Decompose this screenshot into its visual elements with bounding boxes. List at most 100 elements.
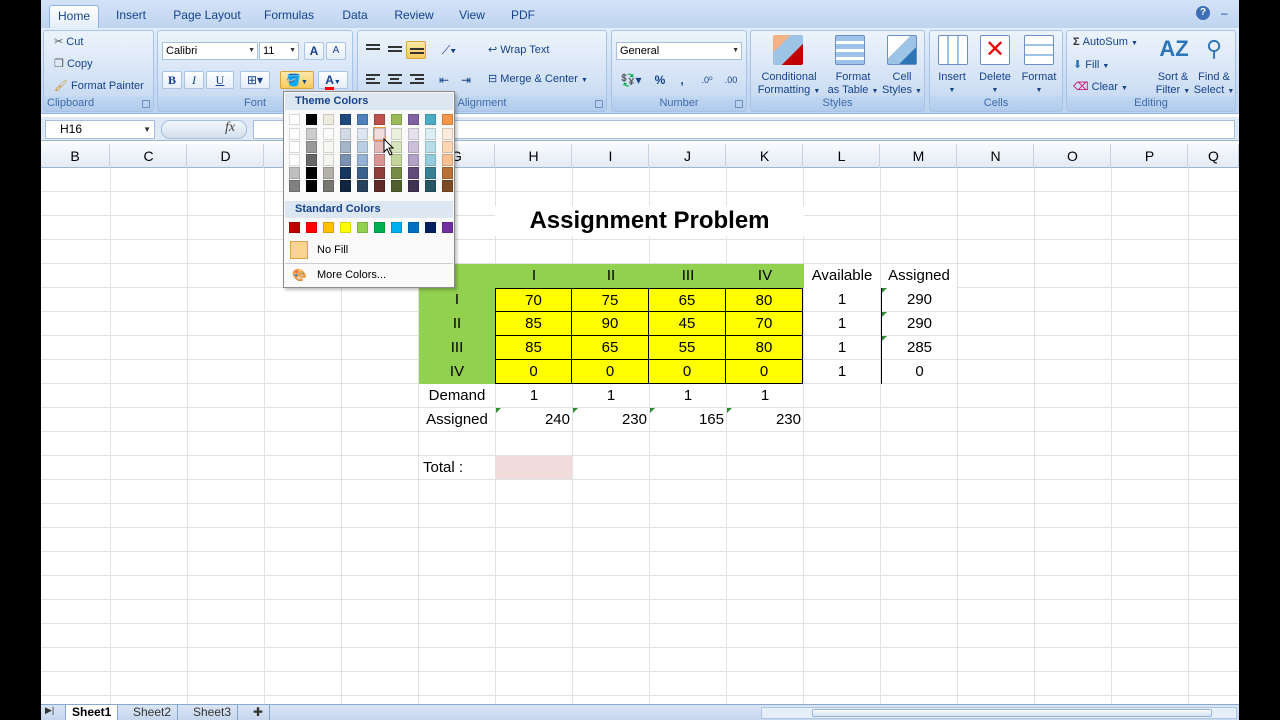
cost-cell[interactable]: 90 [572,312,649,336]
theme-color-swatch[interactable] [289,128,300,140]
copy-button[interactable]: ❐ Copy [54,57,93,70]
column-header-k[interactable]: K [727,144,803,168]
assigned-row-cell[interactable]: 230 [727,408,801,432]
column-header-b[interactable]: B [41,144,110,168]
theme-color-swatch[interactable] [408,167,419,179]
align-left-icon[interactable] [362,71,382,89]
theme-color-swatch[interactable] [442,154,453,166]
percent-button[interactable]: % [650,71,670,89]
cost-cell[interactable]: 80 [726,288,803,312]
theme-color-swatch[interactable] [340,167,351,179]
align-top-icon[interactable] [362,41,382,59]
theme-color-swatch[interactable] [323,154,334,166]
theme-color-swatch[interactable] [357,114,368,125]
tab-review[interactable]: Review [387,5,441,28]
assigned-cell[interactable]: 0 [881,360,957,384]
theme-color-swatch[interactable] [306,180,317,192]
standard-color-swatch[interactable] [442,222,453,233]
cost-cell[interactable]: 45 [649,312,726,336]
cell-styles-button[interactable]: Cell Styles ▼ [881,71,923,98]
insert-function-button[interactable]: fx [225,120,235,136]
cost-cell[interactable]: 65 [649,288,726,312]
bold-button[interactable]: B [162,71,182,89]
theme-color-swatch[interactable] [391,180,402,192]
theme-color-swatch[interactable] [442,141,453,153]
number-format-combo[interactable]: General ▼ [616,42,742,60]
borders-icon[interactable]: ⊞▾ [240,71,270,89]
tab-insert[interactable]: Insert [107,5,155,28]
theme-color-swatch[interactable] [306,114,317,125]
fill-color-button[interactable]: 🪣▼ [280,71,314,89]
tab-data[interactable]: Data [333,5,377,28]
tab-view[interactable]: View [451,5,493,28]
theme-color-swatch[interactable] [289,167,300,179]
decrease-indent-icon[interactable]: ⇤ [434,71,454,89]
theme-color-swatch[interactable] [408,141,419,153]
theme-color-swatch[interactable] [374,114,385,125]
align-right-icon[interactable] [406,71,426,89]
column-header-m[interactable]: M [881,144,957,168]
theme-color-swatch[interactable] [323,114,334,125]
shrink-font-icon[interactable]: A [326,42,346,60]
cost-cell[interactable]: 65 [572,336,649,360]
clipboard-launcher-icon[interactable] [142,100,150,108]
binoculars-icon[interactable]: ⚲ [1199,35,1229,65]
sheet-tab-2[interactable]: Sheet2 [127,705,179,720]
tab-scroll-first-icon[interactable]: ▶| [45,705,54,716]
grow-font-button[interactable]: A [304,42,324,60]
standard-color-swatch[interactable] [425,222,436,233]
accounting-format-icon[interactable]: 💱▾ [616,71,646,89]
sort-filter-icon[interactable]: AZ [1159,35,1189,65]
cell-styles-icon[interactable] [887,35,917,65]
sheet-tab-1[interactable]: Sheet1 [65,705,119,720]
wrap-text-button[interactable]: ↩ Wrap Text [488,43,549,56]
theme-color-swatch[interactable] [323,141,334,153]
assigned-row-cell[interactable]: 230 [573,408,647,432]
available-cell[interactable]: 1 [804,336,880,360]
standard-color-swatch[interactable] [374,222,385,233]
sheet-tab-3[interactable]: Sheet3 [187,705,239,720]
theme-color-swatch[interactable] [323,180,334,192]
delete-cells-icon[interactable]: ✕ [980,35,1010,65]
theme-color-swatch[interactable] [306,167,317,179]
tab-home[interactable]: Home [49,5,99,28]
column-header-d[interactable]: D [188,144,264,168]
theme-color-swatch[interactable] [408,154,419,166]
name-box[interactable]: H16 ▼ [45,120,155,139]
theme-color-swatch[interactable] [306,154,317,166]
alignment-launcher-icon[interactable] [595,100,603,108]
cost-cell[interactable]: 0 [726,360,803,384]
cost-cell[interactable]: 0 [649,360,726,384]
delete-button[interactable]: Delete ▼ [974,71,1016,97]
available-cell[interactable]: 1 [804,360,880,384]
cost-cell[interactable]: 55 [649,336,726,360]
theme-color-swatch[interactable] [357,180,368,192]
theme-color-swatch[interactable] [323,167,334,179]
increase-indent-icon[interactable]: ⇥ [456,71,476,89]
standard-color-swatch[interactable] [323,222,334,233]
theme-color-swatch[interactable] [357,128,368,140]
theme-color-swatch[interactable] [306,128,317,140]
scroll-thumb[interactable] [812,709,1212,717]
theme-color-swatch[interactable] [442,180,453,192]
column-header-p[interactable]: P [1112,144,1188,168]
column-header-c[interactable]: C [111,144,187,168]
column-header-q[interactable]: Q [1189,144,1239,168]
number-launcher-icon[interactable] [735,100,743,108]
standard-color-swatch[interactable] [340,222,351,233]
decrease-decimal-icon[interactable]: .00 [720,71,742,89]
standard-color-swatch[interactable] [306,222,317,233]
theme-color-swatch[interactable] [408,114,419,125]
theme-color-swatch[interactable] [340,180,351,192]
format-as-table-button[interactable]: Format as Table ▼ [825,71,881,98]
fill-button[interactable]: ⬇ Fill ▼ [1073,58,1109,71]
theme-color-swatch[interactable] [425,114,436,125]
conditional-formatting-button[interactable]: Conditional Formatting ▼ [753,71,825,98]
theme-color-swatch[interactable] [357,154,368,166]
column-header-o[interactable]: O [1035,144,1111,168]
theme-color-swatch[interactable] [357,167,368,179]
comma-button[interactable]: , [672,71,692,89]
minimize-icon[interactable]: – [1221,6,1228,20]
assigned-cell[interactable]: 290 [881,288,957,312]
find-select-button[interactable]: Find & Select ▼ [1193,71,1235,98]
